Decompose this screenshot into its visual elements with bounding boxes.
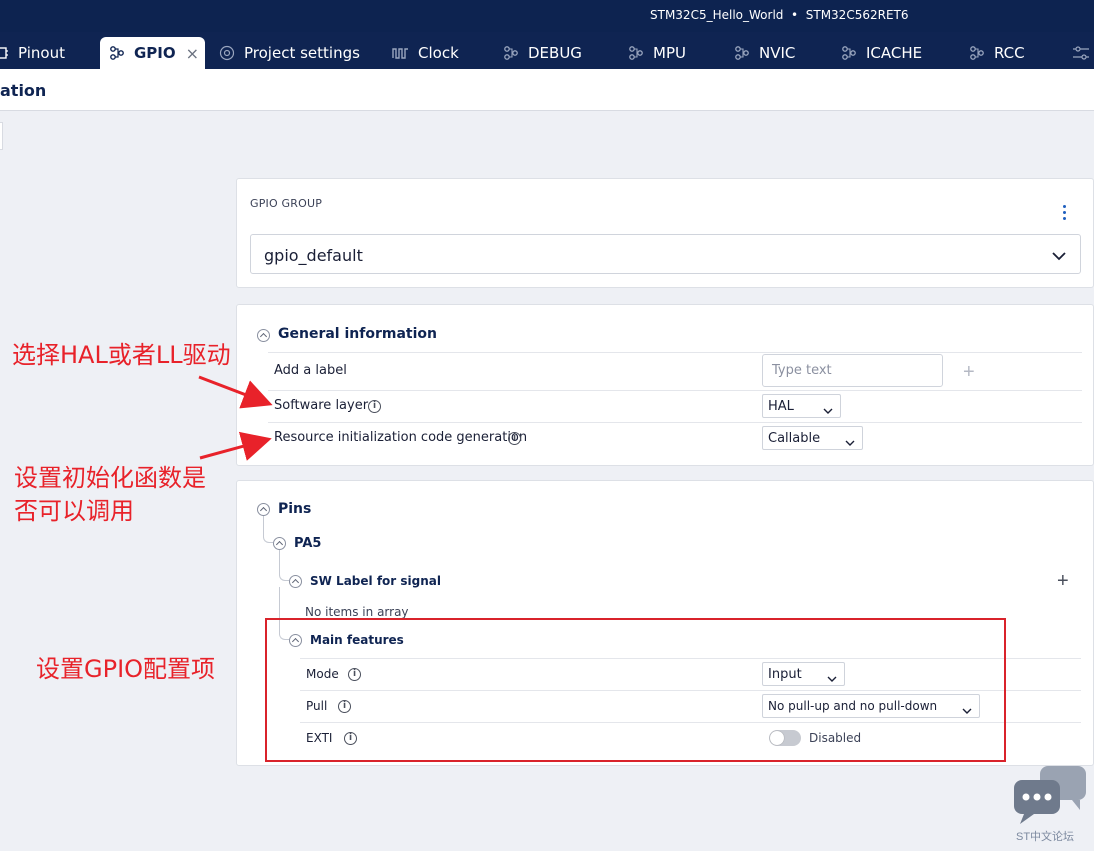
- forum-watermark: ST中文论坛: [1010, 764, 1094, 851]
- arrow-to-software-layer: [198, 375, 273, 409]
- watermark-text: ST中文论坛: [1016, 831, 1075, 843]
- annotation-highlight-box: [265, 618, 1006, 762]
- arrow-to-resource-init: [199, 431, 272, 461]
- chat-bubbles-icon: [1014, 766, 1086, 824]
